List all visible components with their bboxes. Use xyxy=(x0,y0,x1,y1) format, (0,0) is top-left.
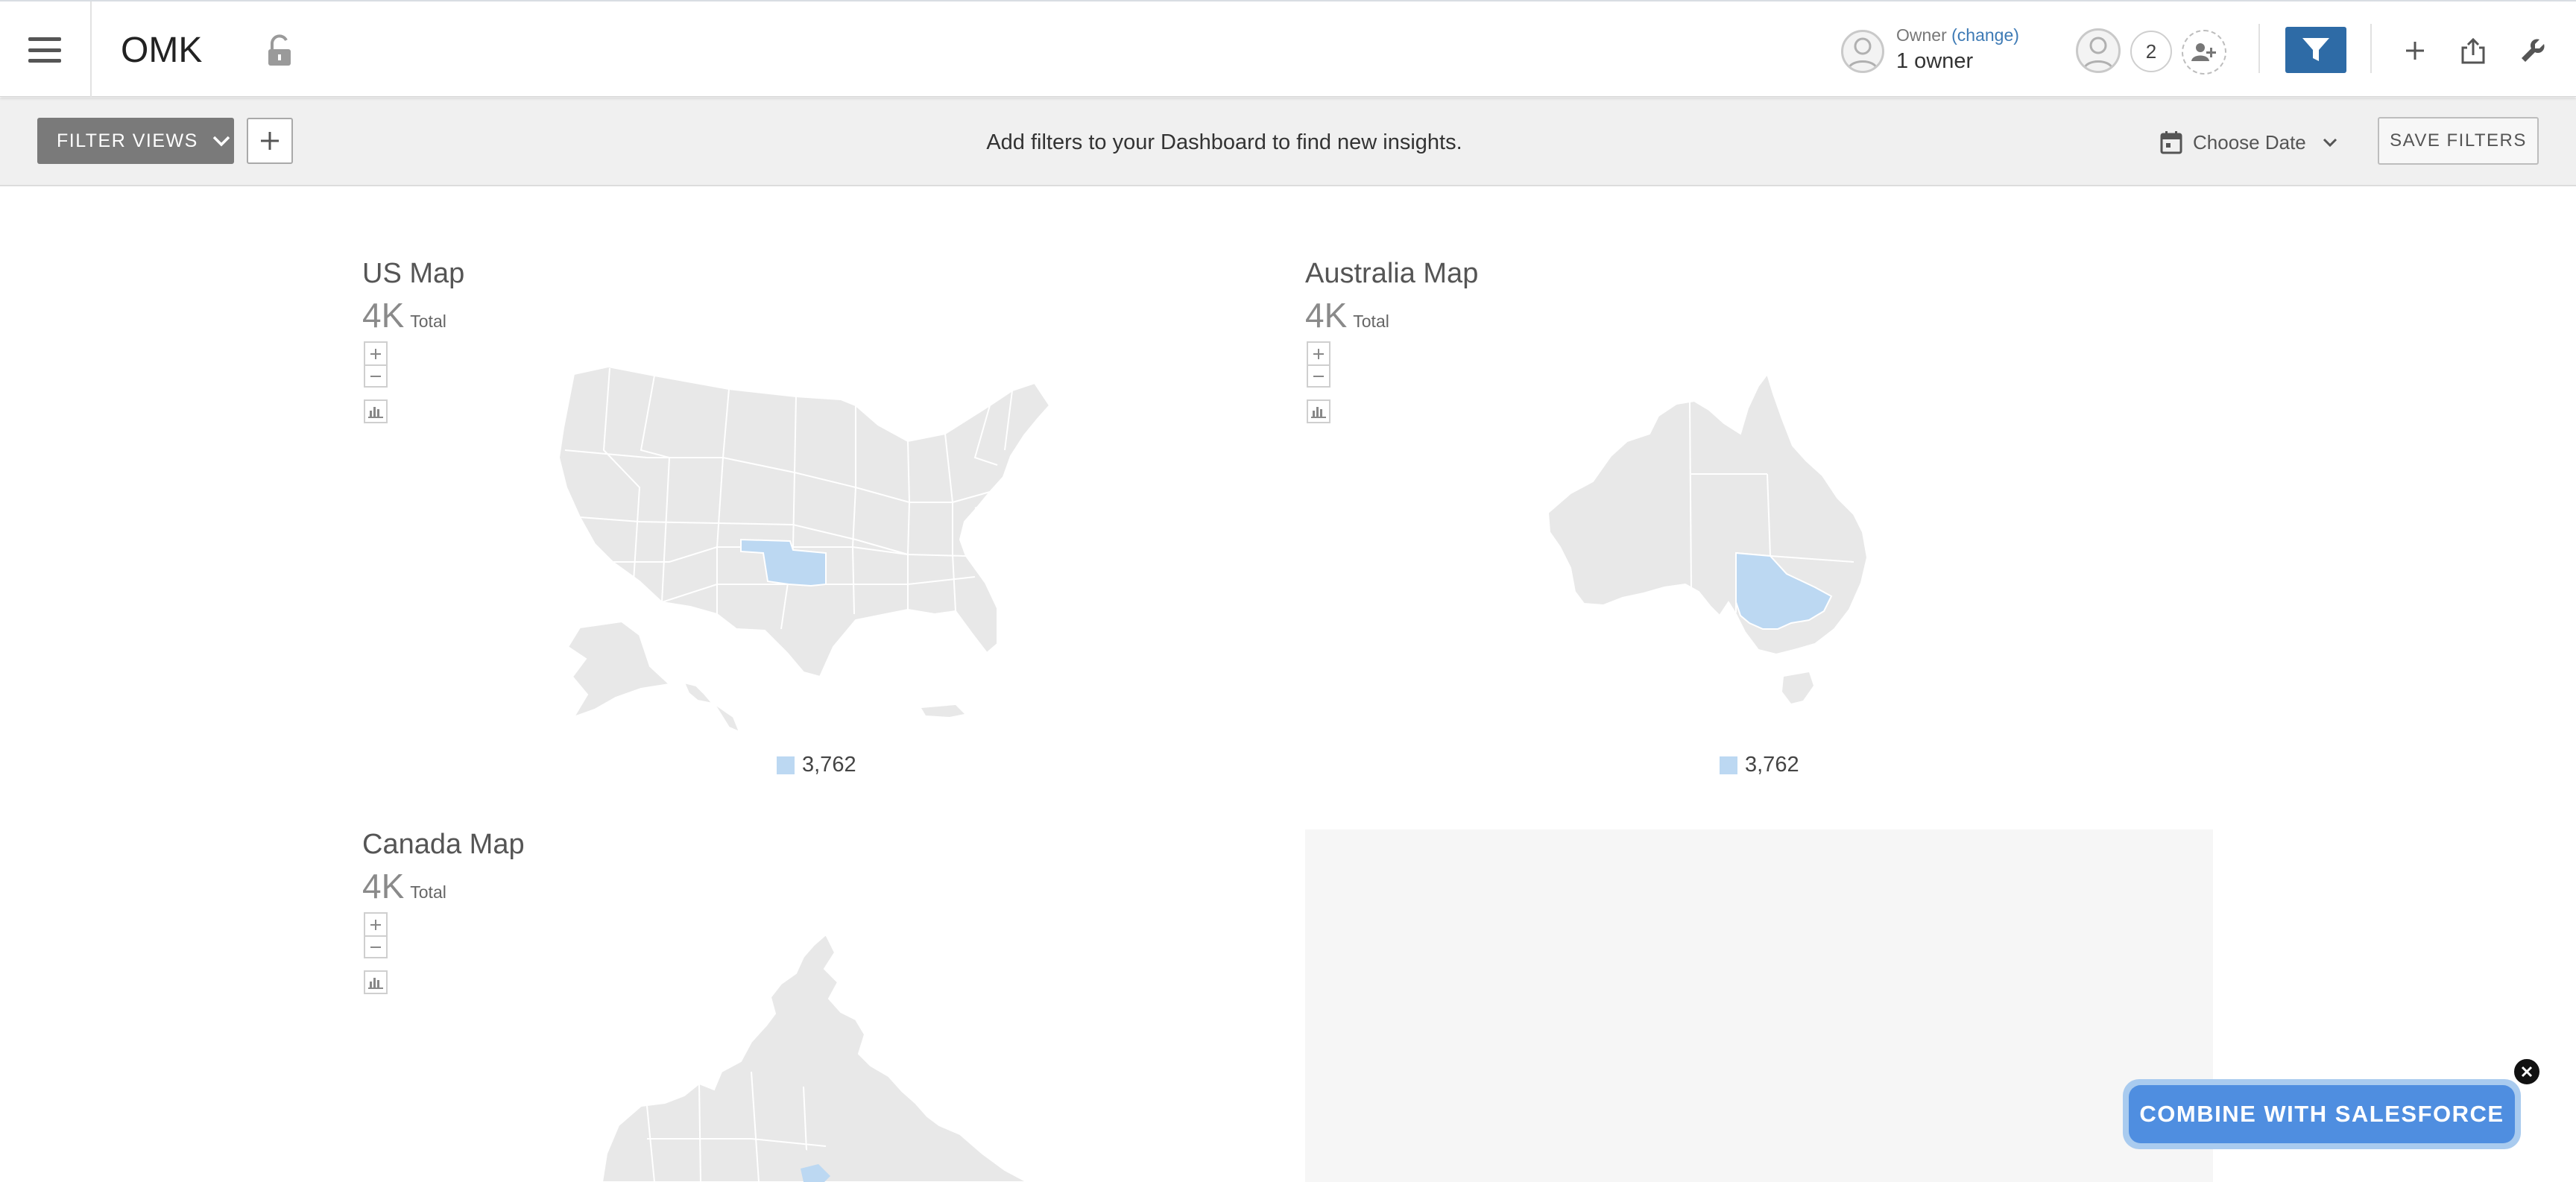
widget-title: Canada Map xyxy=(362,829,525,860)
zoom-controls xyxy=(364,912,388,958)
total-value: 4K xyxy=(1305,296,1348,335)
filter-bar: FILTER VIEWS Add filters to your Dashboa… xyxy=(0,98,2576,186)
divider xyxy=(90,1,92,97)
zoom-in-icon[interactable] xyxy=(365,914,386,935)
owner-avatar[interactable] xyxy=(1841,30,1884,73)
us-map-widget: US Map 4K Total 3,762 xyxy=(362,258,1249,794)
shared-user-avatar[interactable] xyxy=(2076,28,2121,73)
unlock-icon[interactable] xyxy=(267,34,292,67)
australia-map-widget: Australia Map 4K Total 3,762 xyxy=(1305,258,2213,794)
zoom-out-icon[interactable] xyxy=(1308,364,1329,386)
top-bar: OMK Owner (change) 1 owner 2 xyxy=(0,0,2576,97)
widget-total: 4K Total xyxy=(362,866,446,906)
filter-message: Add filters to your Dashboard to find ne… xyxy=(986,130,1462,154)
user-icon xyxy=(1847,37,1878,70)
legend-icon[interactable] xyxy=(364,970,388,994)
filter-button[interactable] xyxy=(2285,27,2346,73)
shared-count-badge[interactable]: 2 xyxy=(2130,31,2172,72)
tasmania xyxy=(1782,672,1813,704)
widget-title: Australia Map xyxy=(1305,258,1479,289)
user-icon xyxy=(2083,37,2114,70)
share-icon[interactable] xyxy=(2458,36,2488,66)
owner-change-link[interactable]: (change) xyxy=(1951,25,2019,45)
widget-title: US Map xyxy=(362,258,465,289)
total-value: 4K xyxy=(362,296,405,335)
total-label: Total xyxy=(410,312,446,331)
widget-total: 4K Total xyxy=(1305,295,1389,335)
zoom-controls xyxy=(1307,341,1330,388)
choose-date-label: Choose Date xyxy=(2193,130,2306,154)
save-filters-button[interactable]: SAVE FILTERS xyxy=(2378,117,2539,165)
owner-label: Owner (change) xyxy=(1896,25,2019,45)
calendar-icon xyxy=(2160,131,2182,154)
australia-map[interactable] xyxy=(1541,367,1943,739)
total-label: Total xyxy=(410,882,446,902)
legend-icon[interactable] xyxy=(1307,399,1330,423)
puerto-rico xyxy=(921,705,965,717)
map-legend: 3,762 xyxy=(777,753,856,777)
close-icon[interactable] xyxy=(2512,1057,2542,1087)
alaska xyxy=(566,620,672,718)
zoom-in-icon[interactable] xyxy=(365,343,386,364)
map-legend: 3,762 xyxy=(1720,753,1799,777)
hawaii xyxy=(683,681,741,733)
add-person-icon xyxy=(2191,43,2216,61)
total-value: 4K xyxy=(362,867,405,906)
canada-map-widget: Canada Map 4K Total xyxy=(362,829,1249,1182)
legend-swatch xyxy=(777,756,795,774)
plus-icon[interactable] xyxy=(2400,36,2430,66)
legend-value: 3,762 xyxy=(802,753,856,777)
zoom-in-icon[interactable] xyxy=(1308,343,1329,364)
divider xyxy=(2258,24,2260,73)
wrench-icon[interactable] xyxy=(2518,36,2548,66)
combine-label: COMBINE WITH SALESFORCE xyxy=(2129,1085,2515,1143)
total-label: Total xyxy=(1353,312,1389,331)
widget-total: 4K Total xyxy=(362,295,446,335)
dashboard-title[interactable]: OMK xyxy=(121,30,202,71)
divider xyxy=(2370,24,2372,73)
legend-swatch xyxy=(1720,756,1737,774)
chevron-down-icon xyxy=(2323,138,2337,147)
owner-value: 1 owner xyxy=(1896,49,1974,73)
menu-icon[interactable] xyxy=(28,37,61,63)
zoom-out-icon[interactable] xyxy=(365,935,386,957)
combine-with-salesforce-button[interactable]: COMBINE WITH SALESFORCE xyxy=(2123,1079,2521,1149)
add-person-button[interactable] xyxy=(2182,30,2226,75)
legend-value: 3,762 xyxy=(1745,753,1799,777)
legend-icon[interactable] xyxy=(364,399,388,423)
zoom-controls xyxy=(364,341,388,388)
us-map[interactable] xyxy=(558,361,1094,756)
canada-map[interactable] xyxy=(602,930,1035,1182)
owner-label-text: Owner xyxy=(1896,25,1947,45)
filter-icon xyxy=(2302,38,2329,61)
empty-widget-placeholder xyxy=(1305,829,2213,1182)
choose-date-dropdown[interactable]: Choose Date xyxy=(2160,127,2337,157)
zoom-out-icon[interactable] xyxy=(365,364,386,386)
